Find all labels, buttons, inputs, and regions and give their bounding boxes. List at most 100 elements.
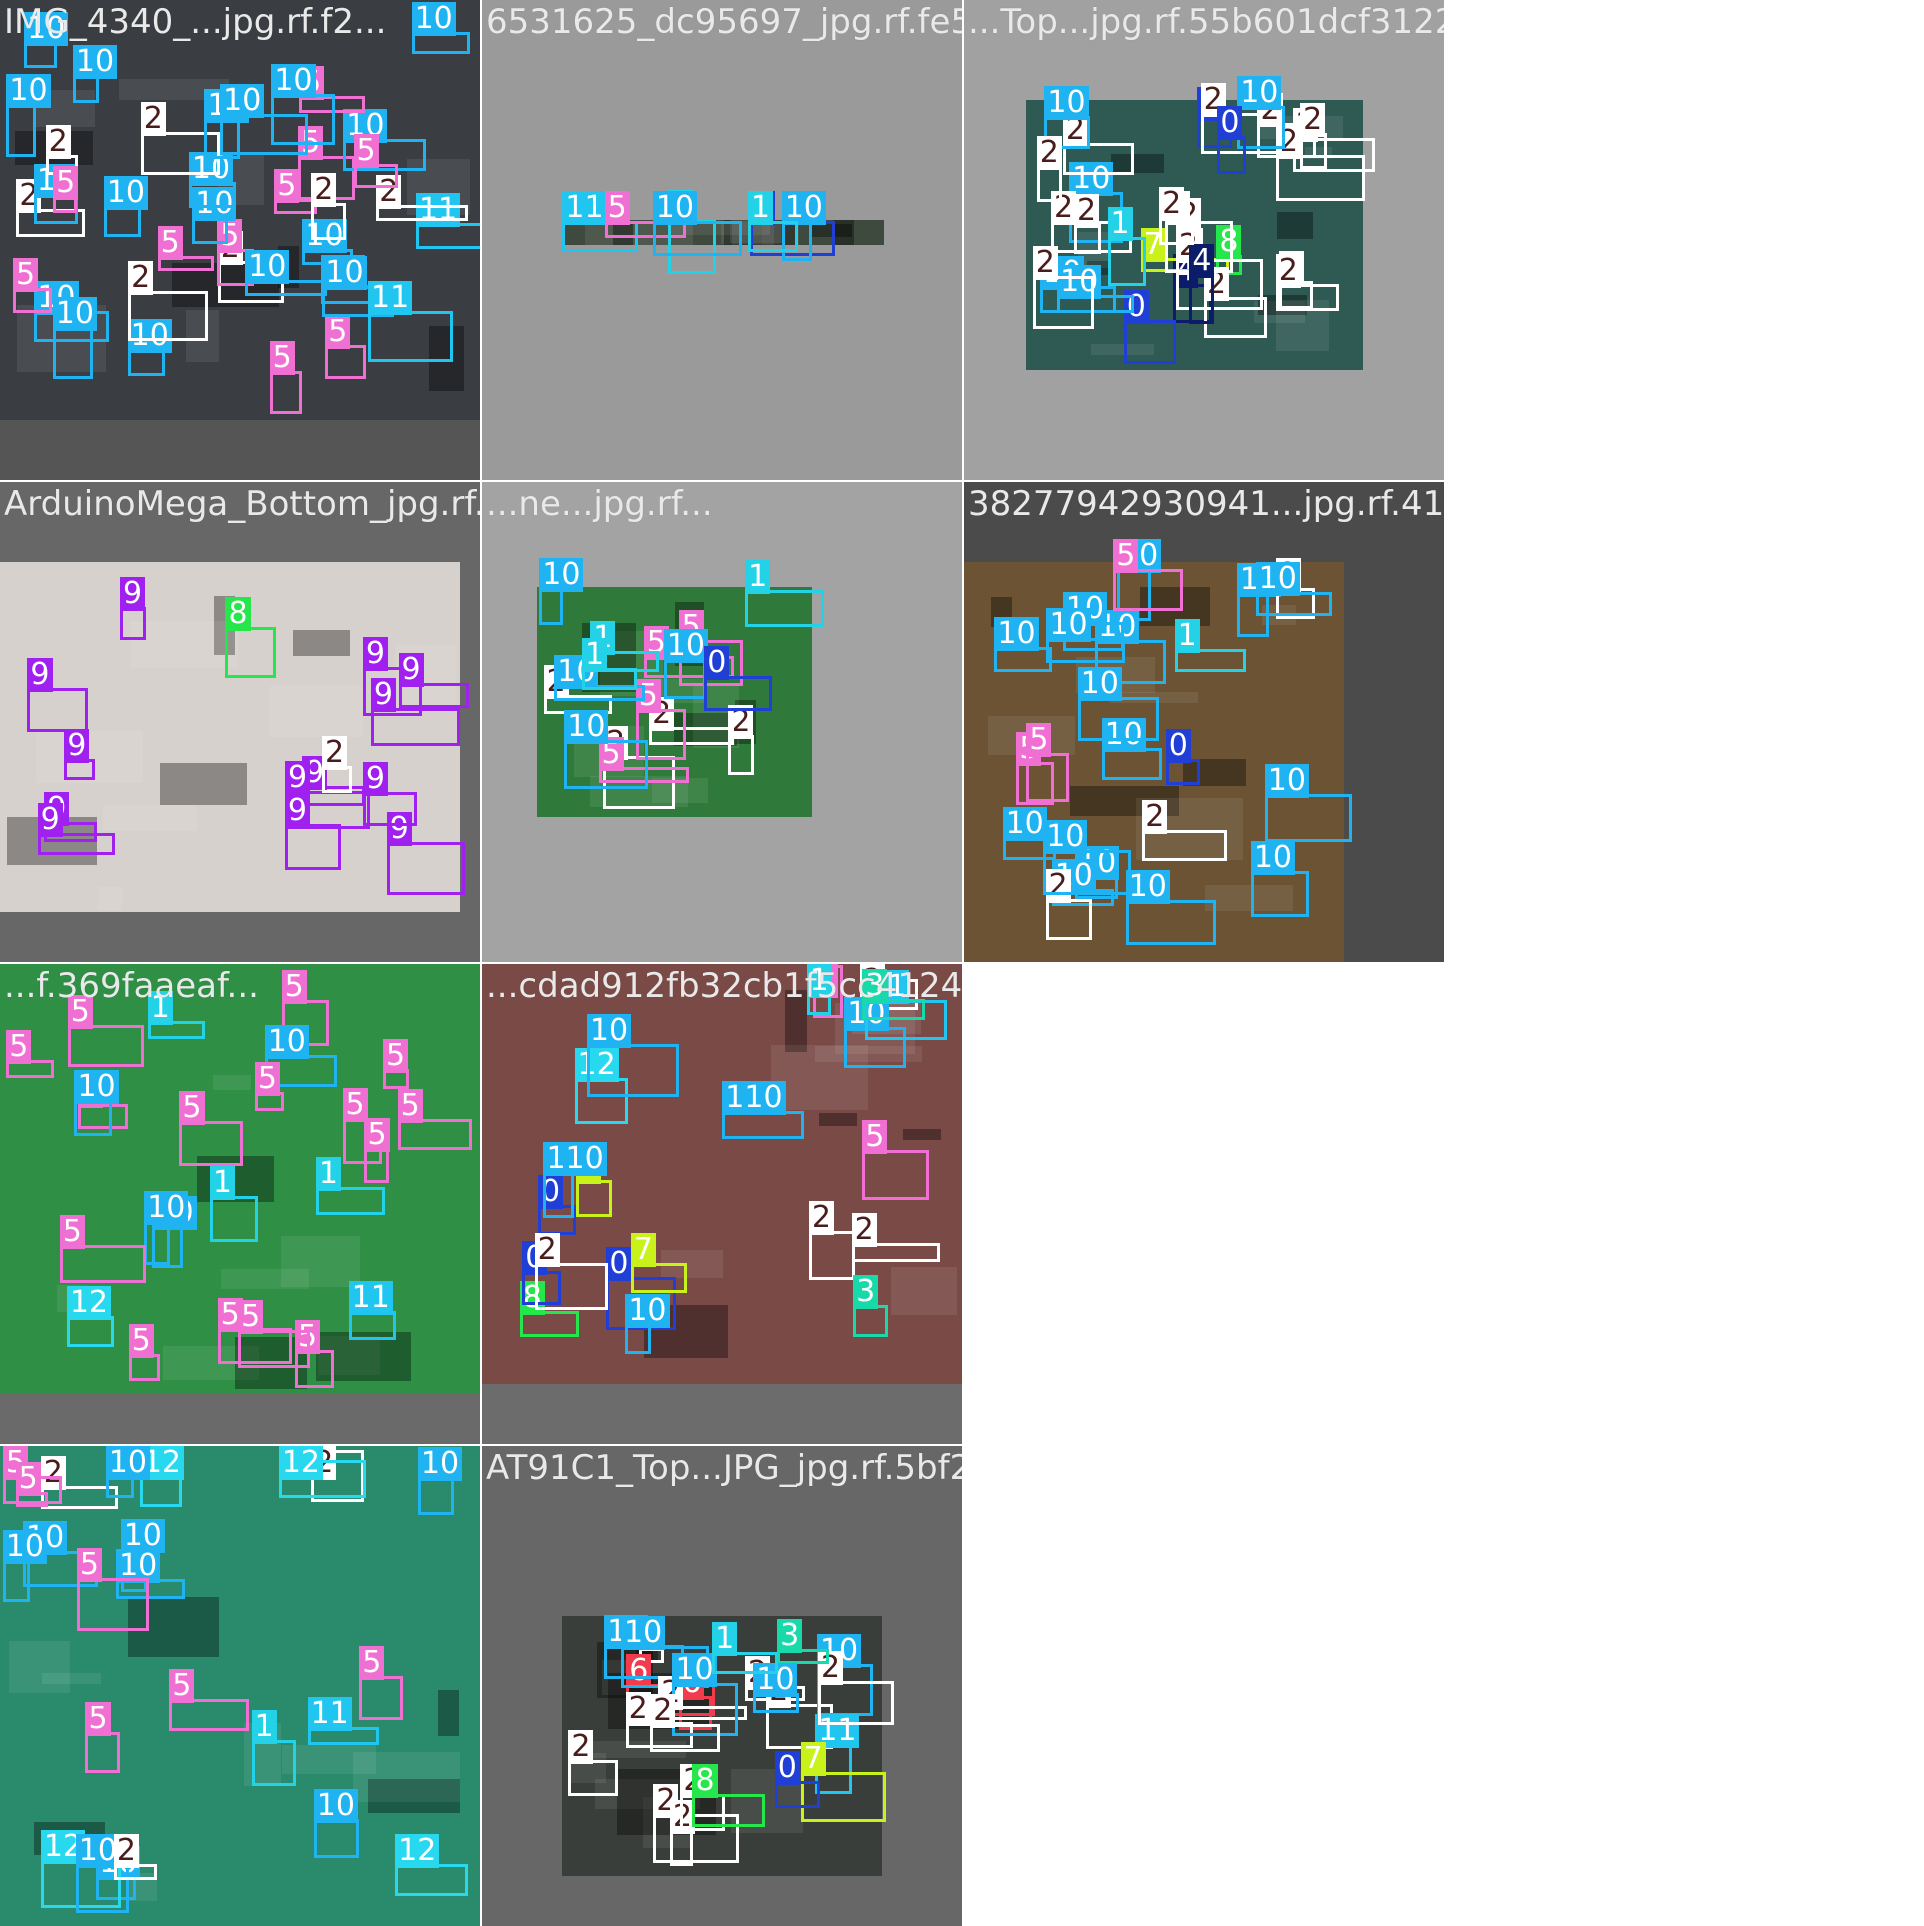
bbox-label: 8 (692, 1764, 718, 1799)
bbox-label: 2 (1300, 102, 1326, 137)
bbox (6, 104, 37, 158)
bbox (650, 1724, 720, 1753)
bbox-label: 10 (271, 64, 316, 99)
bbox (1113, 568, 1183, 611)
bbox (543, 1172, 574, 1218)
bbox-label: 10 (620, 1615, 666, 1650)
bbox-label: 1 (1107, 207, 1133, 242)
bbox-label: 9 (64, 729, 90, 764)
bbox-label: 2 (1159, 187, 1185, 222)
bbox-label: 0 (704, 646, 730, 681)
bbox-label: 10 (1077, 666, 1122, 701)
bbox-label: 0 (1165, 728, 1191, 763)
bbox-label: 2 (851, 1213, 877, 1248)
bbox-label: 9 (120, 577, 146, 612)
bbox (313, 1818, 359, 1859)
bbox-label: 5 (53, 165, 79, 200)
bbox-label: 10 (781, 190, 826, 225)
bbox-label: 10 (2, 1529, 47, 1564)
bbox-label: 10 (672, 1652, 717, 1687)
board-component (785, 990, 807, 1052)
bbox (269, 371, 302, 415)
bbox-label: 5 (6, 1029, 32, 1064)
bbox-label: 1 (1174, 619, 1200, 654)
board-component (220, 1268, 309, 1290)
bbox (27, 688, 88, 733)
bbox (1043, 849, 1131, 895)
bbox-label: 10 (264, 1024, 309, 1059)
bbox (362, 791, 418, 826)
bbox-label: 5 (15, 1461, 41, 1496)
bbox-label: 10 (1046, 608, 1091, 643)
bbox (225, 627, 277, 679)
bbox (1125, 899, 1217, 946)
mosaic-tile: 22121010121010121055555101051210111210 (0, 1446, 480, 1926)
bbox (853, 1304, 888, 1337)
board-component (129, 620, 238, 668)
bbox-label: 2 (1142, 800, 1168, 835)
bbox (1264, 793, 1353, 843)
bbox-label: 5 (862, 1119, 888, 1154)
board-component (819, 1113, 857, 1127)
bbox-label: 5 (353, 134, 379, 169)
bbox-label: 5 (359, 1646, 385, 1681)
bbox-label: 11 (368, 281, 413, 316)
bbox-label: 0 (1217, 105, 1243, 140)
bbox (745, 590, 824, 627)
bbox (284, 824, 341, 871)
bbox-label: 10 (24, 11, 69, 46)
bbox-label: 10 (1043, 819, 1088, 854)
bbox-label: 10 (52, 296, 97, 331)
bbox-label: 5 (217, 1298, 243, 1333)
tile-title: ...ne...jpg.rf... (486, 484, 713, 524)
bbox (663, 658, 706, 699)
bbox (103, 206, 142, 237)
mosaic-tile: 22022101022478010222221022220410221...To… (964, 0, 1444, 480)
board-component (438, 1689, 460, 1737)
bbox (1026, 752, 1069, 803)
bbox (1036, 165, 1063, 202)
bbox-label: 1 (747, 190, 773, 225)
tile-title: AT91C1_Top...JPG_jpg.rf.5bf2b97af33fce1a… (486, 1448, 962, 1488)
bbox (1045, 898, 1092, 941)
bbox-label: 7 (800, 1742, 826, 1777)
bbox (1159, 217, 1195, 246)
tile-title: 38277942930941...jpg.rf.414cdad9a2cffd10… (968, 484, 1444, 524)
board-component (902, 1129, 941, 1140)
mosaic-tile: 11051011106531625_dc95697_jpg.rf.fe5a245… (482, 0, 962, 480)
tile-title: ArduinoMega_Bottom_jpg.rf.b38be2185846f7… (4, 484, 480, 524)
bbox (652, 220, 742, 257)
board-component (9, 1640, 71, 1694)
bbox-label: 10 (625, 1294, 670, 1329)
bbox (179, 1121, 244, 1166)
bbox-label: 2 (322, 736, 348, 771)
bbox (359, 1676, 403, 1720)
bbox-label: 5 (12, 257, 39, 292)
board-component (270, 686, 363, 737)
bbox (52, 326, 94, 379)
bbox (534, 1263, 608, 1310)
bbox-label: 10 (103, 176, 148, 211)
bbox (368, 311, 453, 362)
mosaic-grid: 2255555101010101010101010101010101111222… (0, 0, 1924, 1926)
bbox-label: 1 (581, 637, 608, 672)
bbox (386, 842, 466, 895)
bbox (1077, 696, 1160, 742)
bbox-label: 10 (1250, 840, 1296, 875)
bbox (625, 1324, 651, 1354)
bbox-label: 10 (417, 1447, 463, 1482)
bbox (128, 1353, 161, 1382)
bbox (1300, 132, 1327, 170)
mosaic-tile: 2227101111001235587300101101012...cdad91… (482, 964, 962, 1444)
bbox (564, 740, 648, 790)
bbox (692, 1794, 765, 1828)
bbox-label: 5 (604, 190, 630, 225)
bbox (217, 1328, 293, 1365)
bbox (76, 1578, 150, 1631)
bbox-label: 2 (650, 1694, 676, 1729)
bbox-label: 5 (325, 314, 351, 349)
bbox-label: 2 (140, 101, 166, 136)
bbox (192, 217, 228, 245)
bbox-label: 10 (1237, 75, 1282, 110)
bbox (325, 344, 366, 379)
